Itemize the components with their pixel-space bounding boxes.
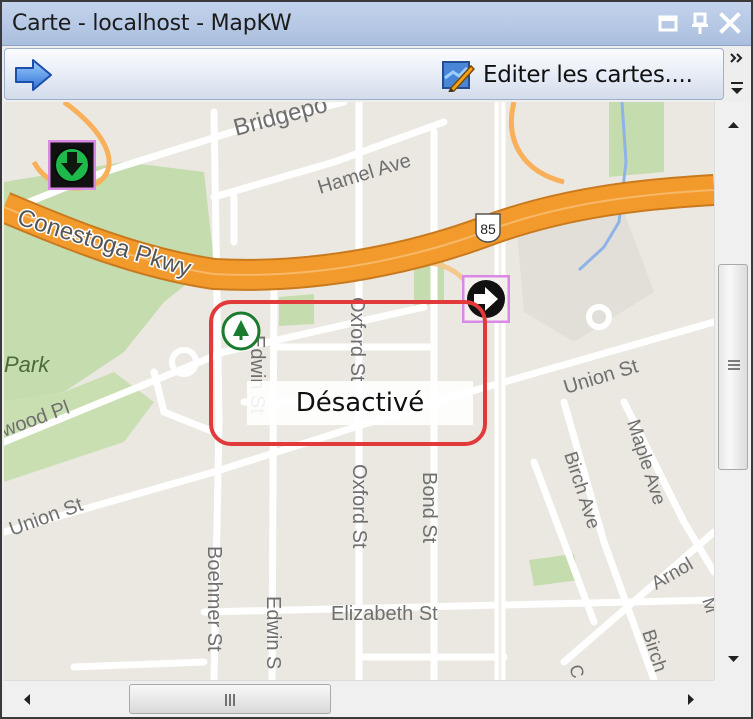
street-label-c-fragment: C: [565, 662, 588, 680]
street-label-union-left: Union St: [6, 494, 86, 541]
street-label-edwin-bottom: Edwin S: [262, 596, 284, 669]
map-view[interactable]: 85 Bridgepo Hamel Ave Conestoga Pkwy Par…: [4, 102, 714, 680]
map-edit-icon: [441, 58, 475, 92]
horizontal-scrollbar[interactable]: [4, 680, 714, 717]
map-window: Carte - localhost - MapKW Editer les car…: [0, 0, 753, 719]
street-label-birch-top: Birch Ave: [559, 449, 604, 531]
scroll-up-icon[interactable]: [715, 110, 751, 140]
toolbar: Editer les cartes....: [4, 48, 724, 100]
horizontal-grip-icon: [222, 692, 238, 708]
highway-shield-label: 85: [480, 221, 496, 237]
street-label-maple: Maple Ave: [622, 417, 669, 508]
edit-maps-button[interactable]: Editer les cartes....: [441, 57, 693, 93]
title-bar[interactable]: Carte - localhost - MapKW: [2, 2, 751, 46]
edit-maps-label: Editer les cartes....: [483, 62, 693, 88]
street-label-elizabeth: Elizabeth St: [331, 603, 438, 625]
chevron-double-right-icon[interactable]: [726, 48, 750, 100]
pin-icon[interactable]: [688, 10, 712, 36]
down-arrow-marker-icon[interactable]: [48, 140, 96, 190]
park-label: Park: [4, 352, 50, 377]
street-label-bond: Bond St: [418, 472, 440, 544]
close-icon[interactable]: [718, 10, 742, 36]
street-label-hamel: Hamel Ave: [315, 150, 414, 199]
vertical-scrollbar[interactable]: [714, 102, 751, 680]
street-label-boehmer: Boehmer St: [203, 546, 225, 652]
street-label-bridgeport: Bridgepo: [231, 102, 331, 142]
scrollbar-corner: [714, 680, 751, 717]
scroll-down-icon[interactable]: [715, 644, 751, 674]
vertical-grip-icon: [726, 357, 742, 373]
window-title: Carte - localhost - MapKW: [12, 11, 292, 36]
vertical-scroll-thumb[interactable]: [718, 264, 748, 470]
scroll-left-icon[interactable]: [12, 683, 42, 716]
arrow-right-icon[interactable]: [13, 57, 55, 93]
highlight-ring: [209, 300, 487, 446]
scroll-right-icon[interactable]: [676, 683, 706, 716]
horizontal-scroll-thumb[interactable]: [129, 684, 331, 714]
street-label-oxford-bottom: Oxford St: [348, 464, 370, 549]
restore-icon[interactable]: [656, 10, 680, 36]
street-label-arnold: Arnol: [648, 554, 697, 594]
